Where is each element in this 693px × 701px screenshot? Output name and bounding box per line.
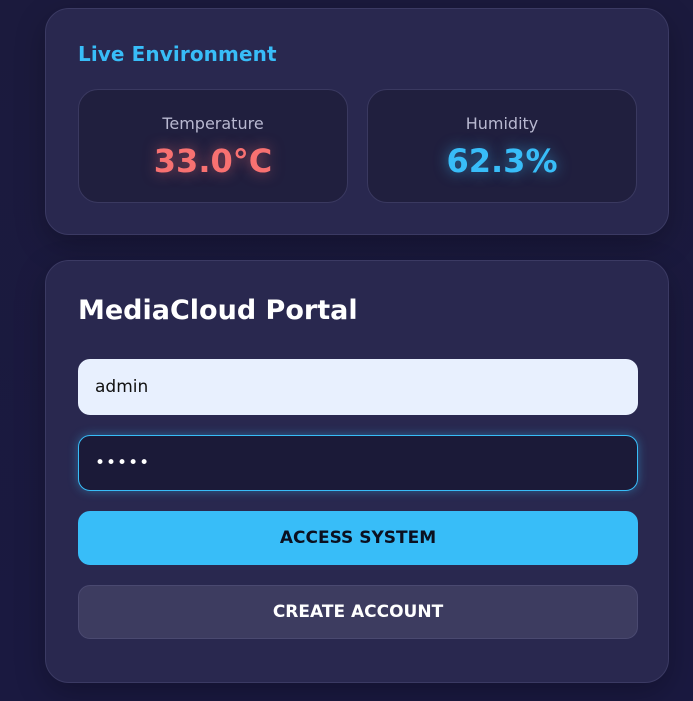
live-environment-card: Live Environment Temperature 33.0°C Humi… — [45, 8, 669, 235]
live-environment-title: Live Environment — [78, 42, 277, 66]
humidity-tile: Humidity 62.3% — [367, 89, 637, 203]
temperature-value: 33.0°C — [153, 142, 273, 180]
humidity-label: Humidity — [465, 114, 539, 133]
create-account-button[interactable]: CREATE ACCOUNT — [78, 585, 638, 639]
login-card: MediaCloud Portal ACCESS SYSTEM CREATE A… — [45, 260, 669, 683]
access-system-button[interactable]: ACCESS SYSTEM — [78, 511, 638, 565]
password-input[interactable] — [78, 435, 638, 491]
username-input[interactable] — [78, 359, 638, 415]
temperature-tile: Temperature 33.0°C — [78, 89, 348, 203]
temperature-label: Temperature — [162, 114, 264, 133]
humidity-value: 62.3% — [446, 142, 558, 180]
portal-title: MediaCloud Portal — [78, 295, 358, 326]
